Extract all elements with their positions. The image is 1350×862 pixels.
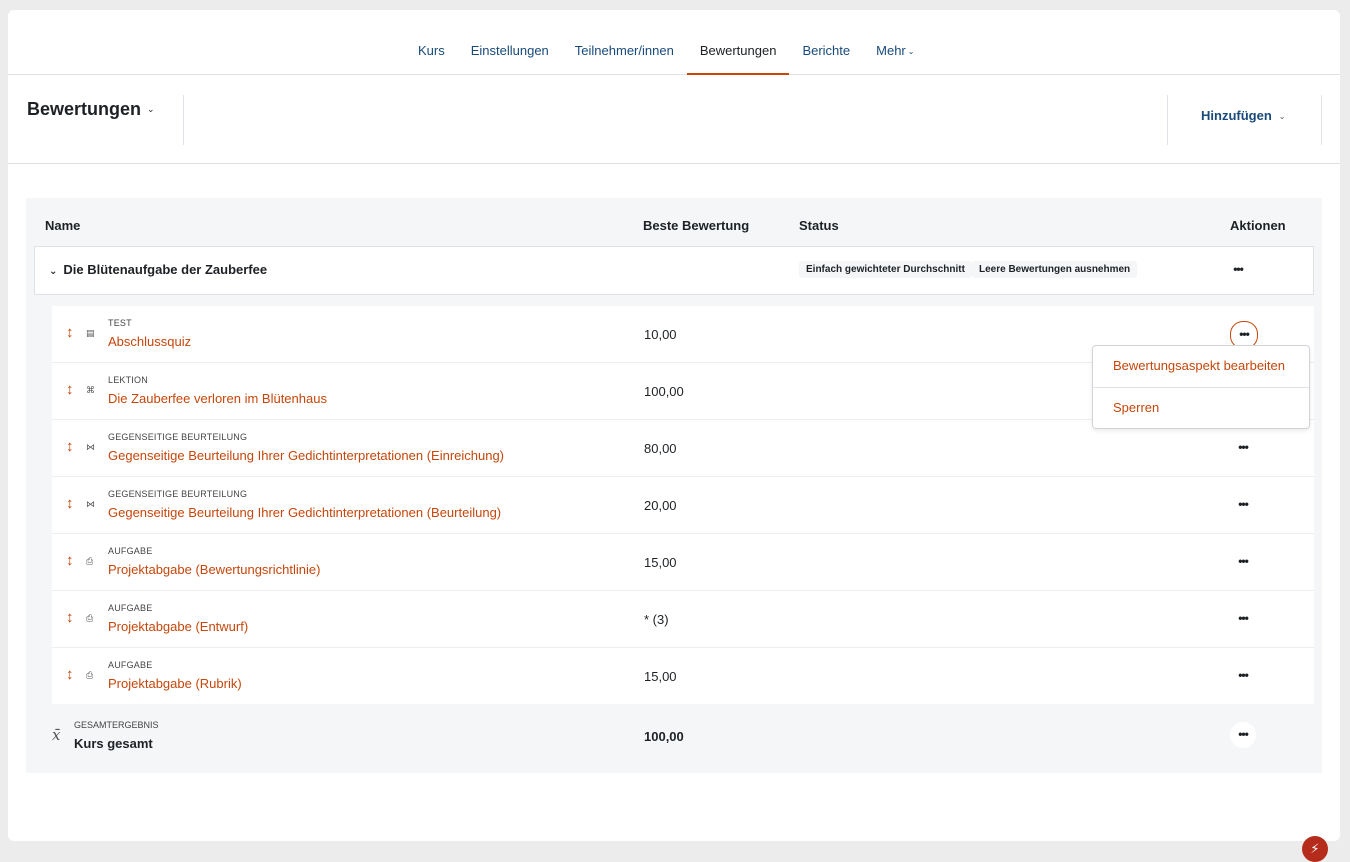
chevron-down-icon: ⌄ (1278, 112, 1286, 121)
item-type: GEGENSEITIGE BEURTEILUNG (108, 432, 248, 442)
item-name-link[interactable]: Gegenseitige Beurteilung Ihrer Gedichtin… (108, 505, 501, 520)
divider (1167, 95, 1168, 145)
column-header-status: Status (799, 218, 839, 233)
workshop-icon: ⋈ (86, 442, 95, 452)
add-button-label: Hinzufügen (1201, 108, 1272, 123)
item-type: AUFGABE (108, 546, 153, 556)
divider (183, 95, 184, 145)
category-name-label: Die Blütenaufgabe der Zauberfee (63, 262, 268, 277)
course-total-max-grade: 100,00 (644, 729, 684, 744)
item-name-link[interactable]: Die Zauberfee verloren im Blütenhaus (108, 391, 327, 406)
item-actions-menu-icon[interactable]: ••• (1230, 606, 1256, 632)
status-badge: Einfach gewichteter Durchschnitt (799, 261, 972, 278)
table-row: ↕ ⋈ GEGENSEITIGE BEURTEILUNG Gegenseitig… (52, 477, 1314, 534)
column-header-actions: Aktionen (1230, 218, 1286, 233)
item-max-grade: 20,00 (644, 498, 677, 513)
divider (1093, 387, 1309, 388)
course-total-row: x̄ GESAMTERGEBNIS Kurs gesamt 100,00 ••• (52, 708, 1314, 764)
item-actions-menu-icon[interactable]: ••• (1230, 492, 1256, 518)
item-max-grade: 80,00 (644, 441, 677, 456)
lightning-icon[interactable]: ⚡ (1302, 836, 1328, 862)
item-type: AUFGABE (108, 603, 153, 613)
table-row: ↕ ⎙ AUFGABE Projektabgabe (Bewertungsric… (52, 534, 1314, 591)
tab-kurs[interactable]: Kurs (405, 10, 458, 74)
assignment-icon: ⎙ (86, 613, 94, 623)
item-type: GEGENSEITIGE BEURTEILUNG (108, 489, 248, 499)
divider (1321, 95, 1322, 145)
move-icon[interactable]: ↕ (66, 552, 74, 569)
table-row: ↕ ⎙ AUFGABE Projektabgabe (Entwurf) * (3… (52, 591, 1314, 648)
move-icon[interactable]: ↕ (66, 609, 74, 626)
item-actions-dropdown: Bewertungsaspekt bearbeiten Sperren (1092, 345, 1310, 429)
add-button[interactable]: Hinzufügen ⌄ (1201, 108, 1285, 123)
edit-grade-item-menu-item[interactable]: Bewertungsaspekt bearbeiten (1113, 358, 1285, 373)
move-icon[interactable]: ↕ (66, 381, 74, 398)
item-max-grade: 15,00 (644, 669, 677, 684)
item-actions-menu-icon[interactable]: ••• (1230, 663, 1256, 689)
chevron-down-icon: ⌄ (147, 104, 155, 114)
move-icon[interactable]: ↕ (66, 438, 74, 455)
column-header-max-grade: Beste Bewertung (643, 218, 750, 233)
grade-report-selector-label: Bewertungen (27, 99, 142, 119)
tab-teilnehmer[interactable]: Teilnehmer/innen (562, 10, 687, 74)
column-header-name: Name (45, 218, 81, 233)
item-type: LEKTION (108, 375, 148, 385)
chevron-down-icon: ⌄ (907, 47, 915, 56)
mean-icon: x̄ (52, 726, 61, 744)
move-icon[interactable]: ↕ (66, 324, 74, 341)
category-row: ⌄ Die Blütenaufgabe der Zauberfee Einfach… (34, 246, 1314, 295)
move-icon[interactable]: ↕ (66, 666, 74, 683)
item-max-grade: 10,00 (644, 327, 677, 342)
quiz-icon: ▤ (86, 328, 95, 338)
category-actions-menu-icon[interactable]: ••• (1225, 257, 1251, 283)
category-name[interactable]: ⌄ Die Blütenaufgabe der Zauberfee (49, 262, 267, 277)
gradebook-setup-table: Name Beste Bewertung Status Aktionen ⌄ Di… (26, 198, 1322, 773)
move-icon[interactable]: ↕ (66, 495, 74, 512)
tab-berichte[interactable]: Berichte (789, 10, 863, 74)
total-type: GESAMTERGEBNIS (74, 720, 159, 730)
course-total-name: Kurs gesamt (74, 736, 153, 751)
chevron-down-icon[interactable]: ⌄ (49, 266, 57, 277)
item-name-link[interactable]: Projektabgabe (Entwurf) (108, 619, 248, 634)
item-type: AUFGABE (108, 660, 153, 670)
tab-bewertungen[interactable]: Bewertungen (686, 10, 790, 75)
assignment-icon: ⎙ (86, 556, 94, 566)
item-name-link[interactable]: Abschlussquiz (108, 334, 191, 349)
item-actions-menu-icon[interactable]: ••• (1230, 435, 1256, 461)
grade-report-selector[interactable]: Bewertungen ⌄ (27, 99, 155, 120)
tab-einstellungen[interactable]: Einstellungen (458, 10, 562, 74)
item-name-link[interactable]: Gegenseitige Beurteilung Ihrer Gedichtin… (108, 448, 504, 463)
assignment-icon: ⎙ (86, 670, 94, 680)
tab-mehr[interactable]: Mehr ⌄ (863, 10, 927, 74)
item-max-grade: 15,00 (644, 555, 677, 570)
item-max-grade: 100,00 (644, 384, 684, 399)
lesson-icon: ⌘ (86, 385, 95, 395)
item-type: TEST (108, 318, 132, 328)
item-actions-menu-icon[interactable]: ••• (1230, 549, 1256, 575)
item-name-link[interactable]: Projektabgabe (Bewertungsrichtlinie) (108, 562, 320, 577)
tertiary-navigation: Bewertungen ⌄ Hinzufügen ⌄ (8, 75, 1340, 164)
secondary-navigation: Kurs Einstellungen Teilnehmer/innen Bewe… (8, 10, 1340, 75)
course-total-actions-menu-icon[interactable]: ••• (1230, 722, 1256, 748)
item-name-link[interactable]: Projektabgabe (Rubrik) (108, 676, 242, 691)
item-max-grade: * (3) (644, 612, 669, 627)
status-badge: Leere Bewertungen ausnehmen (972, 261, 1138, 278)
lock-menu-item[interactable]: Sperren (1113, 400, 1159, 415)
table-row: ↕ ⎙ AUFGABE Projektabgabe (Rubrik) 15,00… (52, 648, 1314, 704)
workshop-icon: ⋈ (86, 499, 95, 509)
